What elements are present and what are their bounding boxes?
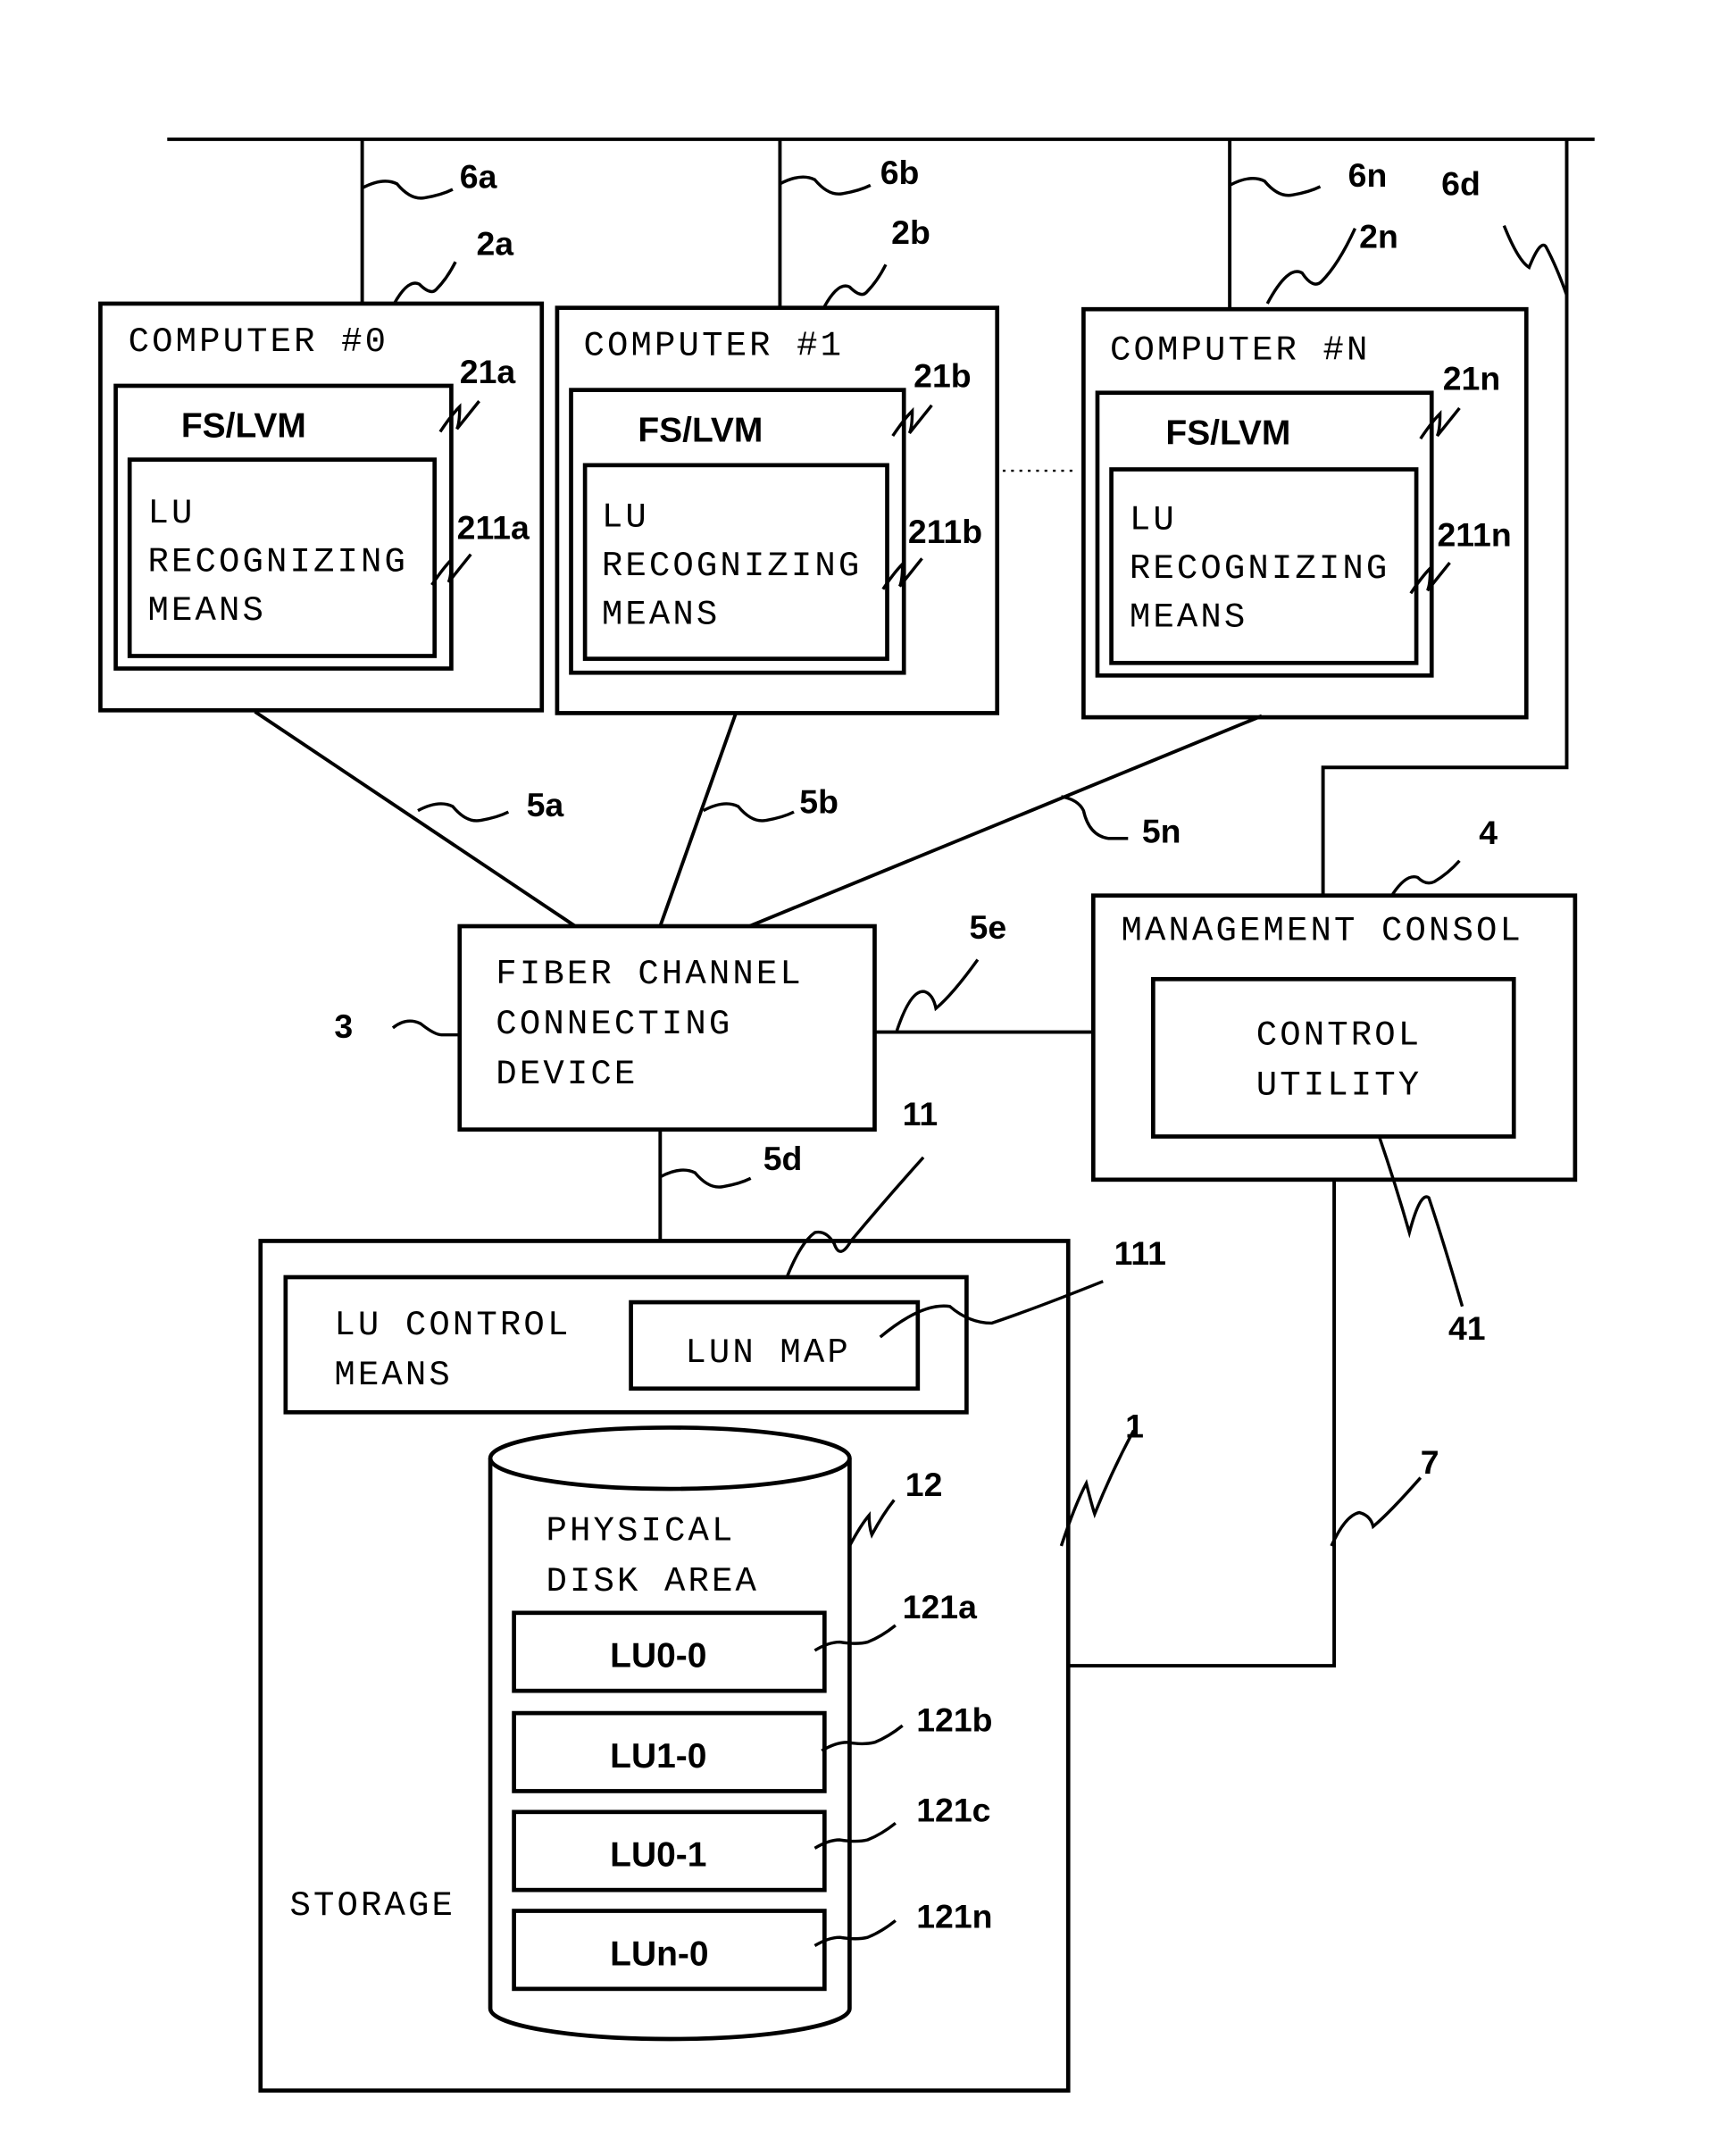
lu-0-1-label: LU0-1 bbox=[610, 1836, 706, 1875]
leader-2b bbox=[822, 263, 888, 307]
lu-recognizing-n-line1: LU bbox=[1130, 501, 1177, 540]
lu-0-0-label: LU0-0 bbox=[610, 1637, 706, 1675]
ref-4: 4 bbox=[1479, 814, 1498, 851]
control-utility bbox=[1151, 976, 1516, 1139]
leader-5n bbox=[1061, 795, 1129, 840]
storage-label: STORAGE bbox=[290, 1886, 456, 1926]
lu-recognizing-1-line3: MEANS bbox=[602, 596, 721, 635]
leader-6a bbox=[361, 180, 454, 200]
ref-2b: 2b bbox=[891, 213, 930, 251]
ref-21n: 21n bbox=[1443, 360, 1500, 397]
lu-recognizing-0-line2: RECOGNIZING bbox=[147, 542, 408, 581]
disk-line1: PHYSICAL bbox=[546, 1512, 735, 1551]
leader-6d bbox=[1502, 224, 1569, 297]
lu-recognizing-n-line2: RECOGNIZING bbox=[1130, 549, 1390, 589]
ref-3: 3 bbox=[334, 1007, 353, 1045]
ref-12: 12 bbox=[905, 1466, 943, 1503]
leader-5d bbox=[659, 1168, 752, 1189]
fc-device-line1: FIBER CHANNEL bbox=[496, 955, 804, 994]
lu-recognizing-0-line3: MEANS bbox=[147, 591, 266, 631]
fc-link-1 bbox=[658, 714, 738, 927]
fc-device-line3: DEVICE bbox=[496, 1055, 638, 1094]
ref-121n: 121n bbox=[916, 1897, 992, 1935]
storage: STORAGE LU CONTROL MEANS LUN MAP PHYSICA… bbox=[258, 1239, 1071, 2093]
ref-5b: 5b bbox=[799, 783, 838, 821]
leader-3 bbox=[391, 1019, 460, 1037]
ref-7: 7 bbox=[1421, 1443, 1439, 1481]
ref-41: 41 bbox=[1448, 1309, 1486, 1347]
ref-5a: 5a bbox=[527, 786, 565, 823]
ref-2n: 2n bbox=[1359, 218, 1398, 255]
ref-211b: 211b bbox=[908, 513, 982, 550]
ref-121b: 121b bbox=[916, 1701, 992, 1738]
leader-6b bbox=[779, 175, 872, 196]
ref-6a: 6a bbox=[460, 158, 498, 196]
control-utility-line2: UTILITY bbox=[1256, 1066, 1422, 1106]
management-console: MANAGEMENT CONSOL CONTROL UTILITY bbox=[1090, 893, 1578, 1182]
leader-4 bbox=[1391, 859, 1461, 896]
ref-11: 11 bbox=[903, 1095, 939, 1132]
control-utility-line1: CONTROL bbox=[1256, 1016, 1422, 1056]
ref-5e: 5e bbox=[970, 908, 1007, 946]
leader-6n bbox=[1229, 177, 1322, 197]
ref-211a: 211a bbox=[457, 509, 530, 547]
lu-1-0-label: LU1-0 bbox=[610, 1737, 706, 1776]
ref-211n: 211n bbox=[1437, 515, 1511, 553]
lu-recognizing-1-line2: RECOGNIZING bbox=[602, 547, 863, 586]
computer-0-title: COMPUTER #0 bbox=[129, 322, 389, 362]
ref-121c: 121c bbox=[916, 1792, 990, 1829]
ref-1: 1 bbox=[1125, 1407, 1144, 1444]
lu-recognizing-0-line1: LU bbox=[147, 494, 195, 533]
console-title: MANAGEMENT CONSOL bbox=[1121, 912, 1523, 951]
lu-control-line1: LU CONTROL bbox=[334, 1306, 571, 1345]
fs-lvm-0-label: FS/LVM bbox=[181, 407, 306, 446]
lu-control-line2: MEANS bbox=[334, 1356, 453, 1395]
ref-21b: 21b bbox=[914, 357, 971, 395]
lu-n-0-label: LUn-0 bbox=[610, 1935, 708, 1973]
leader-5b bbox=[702, 802, 795, 823]
leader-5e bbox=[895, 958, 980, 1032]
lu-recognizing-n-line3: MEANS bbox=[1130, 598, 1248, 638]
ref-6n: 6n bbox=[1348, 156, 1388, 194]
lu-recognizing-1-line1: LU bbox=[602, 497, 649, 537]
ref-6b: 6b bbox=[880, 154, 920, 191]
system-diagram: 6a 6b 6n 6d COMPUTER #0 FS/LVM LU RECOGN… bbox=[98, 137, 1595, 2093]
console-storage-link bbox=[1068, 1179, 1337, 1668]
leader-7 bbox=[1330, 1476, 1422, 1547]
computer-n-title: COMPUTER #N bbox=[1110, 330, 1371, 370]
leader-2n bbox=[1265, 228, 1357, 305]
fs-lvm-n-label: FS/LVM bbox=[1165, 414, 1290, 452]
ref-5d: 5d bbox=[763, 1140, 803, 1177]
leader-1 bbox=[1059, 1429, 1136, 1547]
fiber-channel-device: FIBER CHANNEL CONNECTING DEVICE bbox=[457, 923, 877, 1132]
leader-2a bbox=[392, 261, 457, 305]
fs-lvm-1-label: FS/LVM bbox=[638, 411, 763, 449]
ref-6d: 6d bbox=[1441, 164, 1481, 202]
lun-map-label: LUN MAP bbox=[685, 1333, 851, 1373]
ref-2a: 2a bbox=[476, 224, 514, 262]
ref-5n: 5n bbox=[1142, 812, 1181, 849]
computer-1-title: COMPUTER #1 bbox=[584, 327, 845, 366]
fc-device-line2: CONNECTING bbox=[496, 1005, 732, 1044]
ref-111: 111 bbox=[1114, 1234, 1166, 1272]
ref-121a: 121a bbox=[903, 1588, 978, 1625]
disk-line2: DISK AREA bbox=[546, 1562, 759, 1601]
ref-21a: 21a bbox=[460, 353, 517, 390]
leader-5a bbox=[417, 802, 510, 823]
